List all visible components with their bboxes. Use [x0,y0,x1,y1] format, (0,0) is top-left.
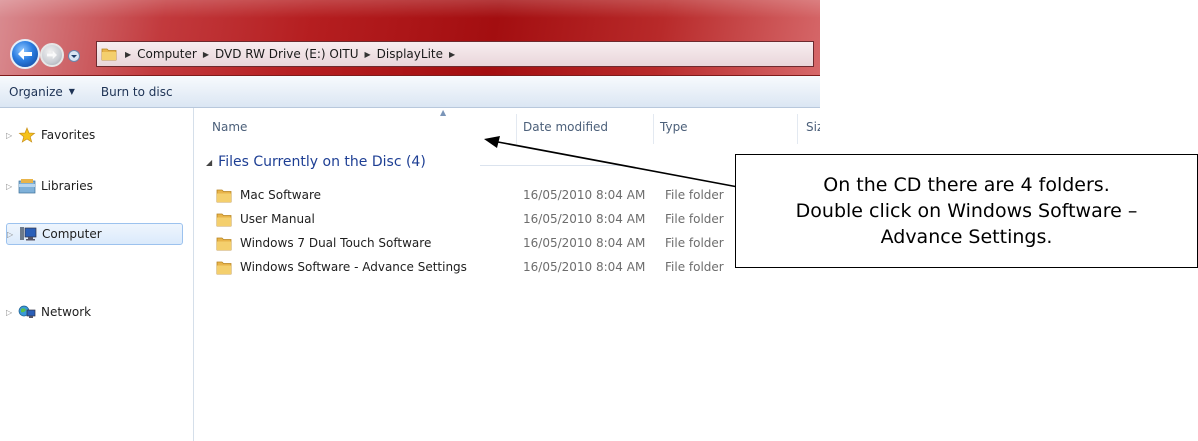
breadcrumb-separator-icon[interactable]: ▶ [449,50,455,59]
column-header-date-modified[interactable]: Date modified [523,120,608,134]
command-bar: Organize ▼ Burn to disc [0,76,820,108]
navigation-pane: ▷ Favorites ▷ Libraries ▷ Computer ▷ Net… [0,108,194,441]
callout-line: Double click on Windows Software – [795,200,1138,222]
file-name: Windows Software - Advance Settings [240,260,467,274]
nav-item-favorites[interactable]: ▷ Favorites [6,124,95,146]
organize-button[interactable]: Organize ▼ [9,85,75,99]
file-row[interactable]: Windows 7 Dual Touch Software 16/05/2010… [216,234,816,254]
file-row[interactable]: Mac Software 16/05/2010 8:04 AM File fol… [216,186,816,206]
breadcrumb-separator-icon: ▶ [202,49,209,59]
forward-arrow-icon [47,50,57,60]
expand-arrow-icon[interactable]: ▷ [6,131,18,140]
column-header-name[interactable]: Name [212,120,247,134]
file-date-modified: 16/05/2010 8:04 AM [523,260,646,274]
column-header-size[interactable]: Size [806,120,820,134]
column-divider[interactable] [653,114,654,144]
library-icon [18,179,36,194]
recent-pages-dropdown-icon[interactable] [68,50,80,62]
group-header[interactable]: ◢ Files Currently on the Disc (4) [206,154,426,170]
explorer-window: ▶ Computer ▶ DVD RW Drive (E:) OITU ▶ Di… [0,0,820,441]
file-type: File folder [665,212,724,226]
column-header-type[interactable]: Type [660,120,688,134]
nav-item-libraries[interactable]: ▷ Libraries [6,175,93,197]
file-list-pane: ▲ Name Date modified Type Size ◢ Files C… [194,108,820,441]
file-name: User Manual [240,212,315,226]
folder-icon [216,189,232,203]
file-name: Windows 7 Dual Touch Software [240,236,432,250]
folder-icon [216,213,232,227]
breadcrumb-computer[interactable]: Computer [137,47,197,61]
group-header-label: Files Currently on the Disc (4) [218,154,426,170]
file-name: Mac Software [240,188,322,202]
nav-label-network: Network [41,305,92,319]
file-type: File folder [665,260,724,274]
star-icon [18,127,36,143]
breadcrumb-separator-icon: ▶ [125,49,132,59]
computer-icon [20,227,37,241]
callout-line: On the CD there are 4 folders. [823,174,1110,196]
folder-icon [216,261,232,275]
breadcrumb-displaylite[interactable]: DisplayLite [377,47,443,61]
network-icon [18,305,36,318]
back-arrow-icon [18,48,32,60]
title-bar: ▶ Computer ▶ DVD RW Drive (E:) OITU ▶ Di… [0,0,820,76]
file-date-modified: 16/05/2010 8:04 AM [523,212,646,226]
chevron-down-icon: ▼ [68,87,75,96]
column-divider[interactable] [516,114,517,144]
burn-to-disc-label: Burn to disc [100,84,173,99]
address-bar[interactable]: ▶ Computer ▶ DVD RW Drive (E:) OITU ▶ Di… [96,41,814,67]
column-divider[interactable] [797,114,798,144]
file-type: File folder [665,188,724,202]
sort-ascending-icon: ▲ [440,108,447,117]
nav-item-network[interactable]: ▷ Network [6,301,91,323]
file-row[interactable]: Windows Software - Advance Settings 16/0… [216,258,816,278]
burn-to-disc-button[interactable]: Burn to disc [101,85,173,99]
group-divider [480,165,620,166]
file-date-modified: 16/05/2010 8:04 AM [523,188,646,202]
nav-label-computer: Computer [42,227,102,241]
expand-arrow-icon[interactable]: ▷ [6,308,18,317]
file-date-modified: 16/05/2010 8:04 AM [523,236,646,250]
folder-icon [101,48,117,61]
folder-icon [216,237,232,251]
expand-arrow-icon[interactable]: ▷ [6,182,18,191]
nav-item-computer[interactable]: ▷ Computer [6,223,183,245]
collapse-group-icon[interactable]: ◢ [206,158,212,167]
file-type: File folder [665,236,724,250]
breadcrumb-separator-icon: ▶ [364,49,371,59]
nav-label-libraries: Libraries [41,179,93,193]
breadcrumb-dvd-drive[interactable]: DVD RW Drive (E:) OITU [215,47,359,61]
organize-label: Organize [9,84,63,99]
nav-label-favorites: Favorites [41,128,96,142]
annotation-callout: On the CD there are 4 folders. Double cl… [735,154,1198,268]
expand-arrow-icon[interactable]: ▷ [7,230,19,239]
forward-button[interactable] [40,43,64,67]
back-button[interactable] [10,39,40,69]
callout-line: Advance Settings. [880,226,1053,248]
file-row[interactable]: User Manual 16/05/2010 8:04 AM File fold… [216,210,816,230]
